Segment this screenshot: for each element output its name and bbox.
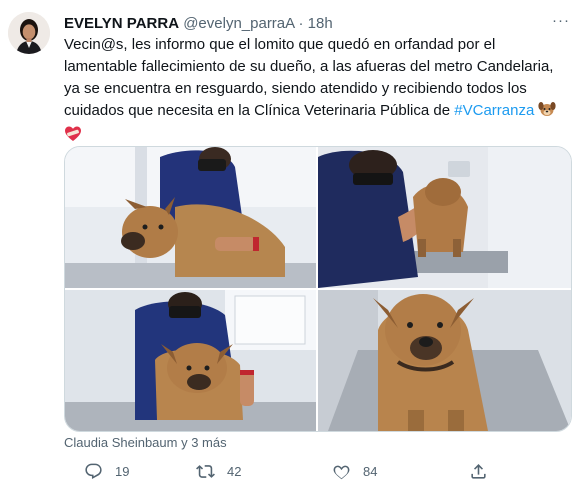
hashtag-link[interactable]: #VCarranza bbox=[454, 102, 534, 119]
share-button[interactable] bbox=[469, 462, 488, 481]
photo-vet-with-dog-2[interactable] bbox=[318, 147, 571, 288]
reply-button[interactable]: 19 bbox=[84, 462, 129, 481]
dog-face-emoji bbox=[538, 100, 557, 125]
avatar[interactable] bbox=[8, 12, 50, 54]
tweet-text: Vecin@s, les informo que el lomito que q… bbox=[64, 34, 569, 150]
timestamp[interactable]: 18h bbox=[308, 15, 333, 32]
separator-dot: · bbox=[298, 15, 304, 32]
photo-dog-closeup[interactable] bbox=[318, 290, 571, 431]
social-context[interactable]: Claudia Sheinbaum y 3 más bbox=[64, 435, 227, 450]
more-options-button[interactable]: ··· bbox=[548, 12, 574, 32]
share-icon bbox=[471, 464, 486, 479]
avatar-image bbox=[8, 12, 50, 54]
photo-vet-with-dog-1[interactable] bbox=[65, 147, 316, 288]
reply-icon bbox=[85, 463, 102, 480]
retweet-icon bbox=[196, 465, 215, 478]
ellipsis-icon: ··· bbox=[552, 12, 570, 29]
like-count: 84 bbox=[363, 464, 378, 479]
media-grid[interactable] bbox=[64, 146, 572, 432]
tweet-actions: 19 42 84 bbox=[64, 462, 544, 484]
heart-icon bbox=[333, 465, 350, 480]
retweet-count: 42 bbox=[227, 464, 242, 479]
tweet[interactable]: EVELYN PARRA @evelyn_parraA · 18h ··· Ve… bbox=[0, 0, 577, 485]
tweet-header: EVELYN PARRA @evelyn_parraA · 18h bbox=[64, 15, 333, 33]
reply-count: 19 bbox=[115, 464, 130, 479]
author-name[interactable]: EVELYN PARRA bbox=[64, 15, 179, 32]
photo-vet-with-dog-3[interactable] bbox=[65, 290, 316, 431]
retweet-button[interactable]: 42 bbox=[196, 462, 241, 481]
like-button[interactable]: 84 bbox=[332, 462, 377, 481]
author-handle[interactable]: @evelyn_parraA bbox=[183, 15, 294, 32]
